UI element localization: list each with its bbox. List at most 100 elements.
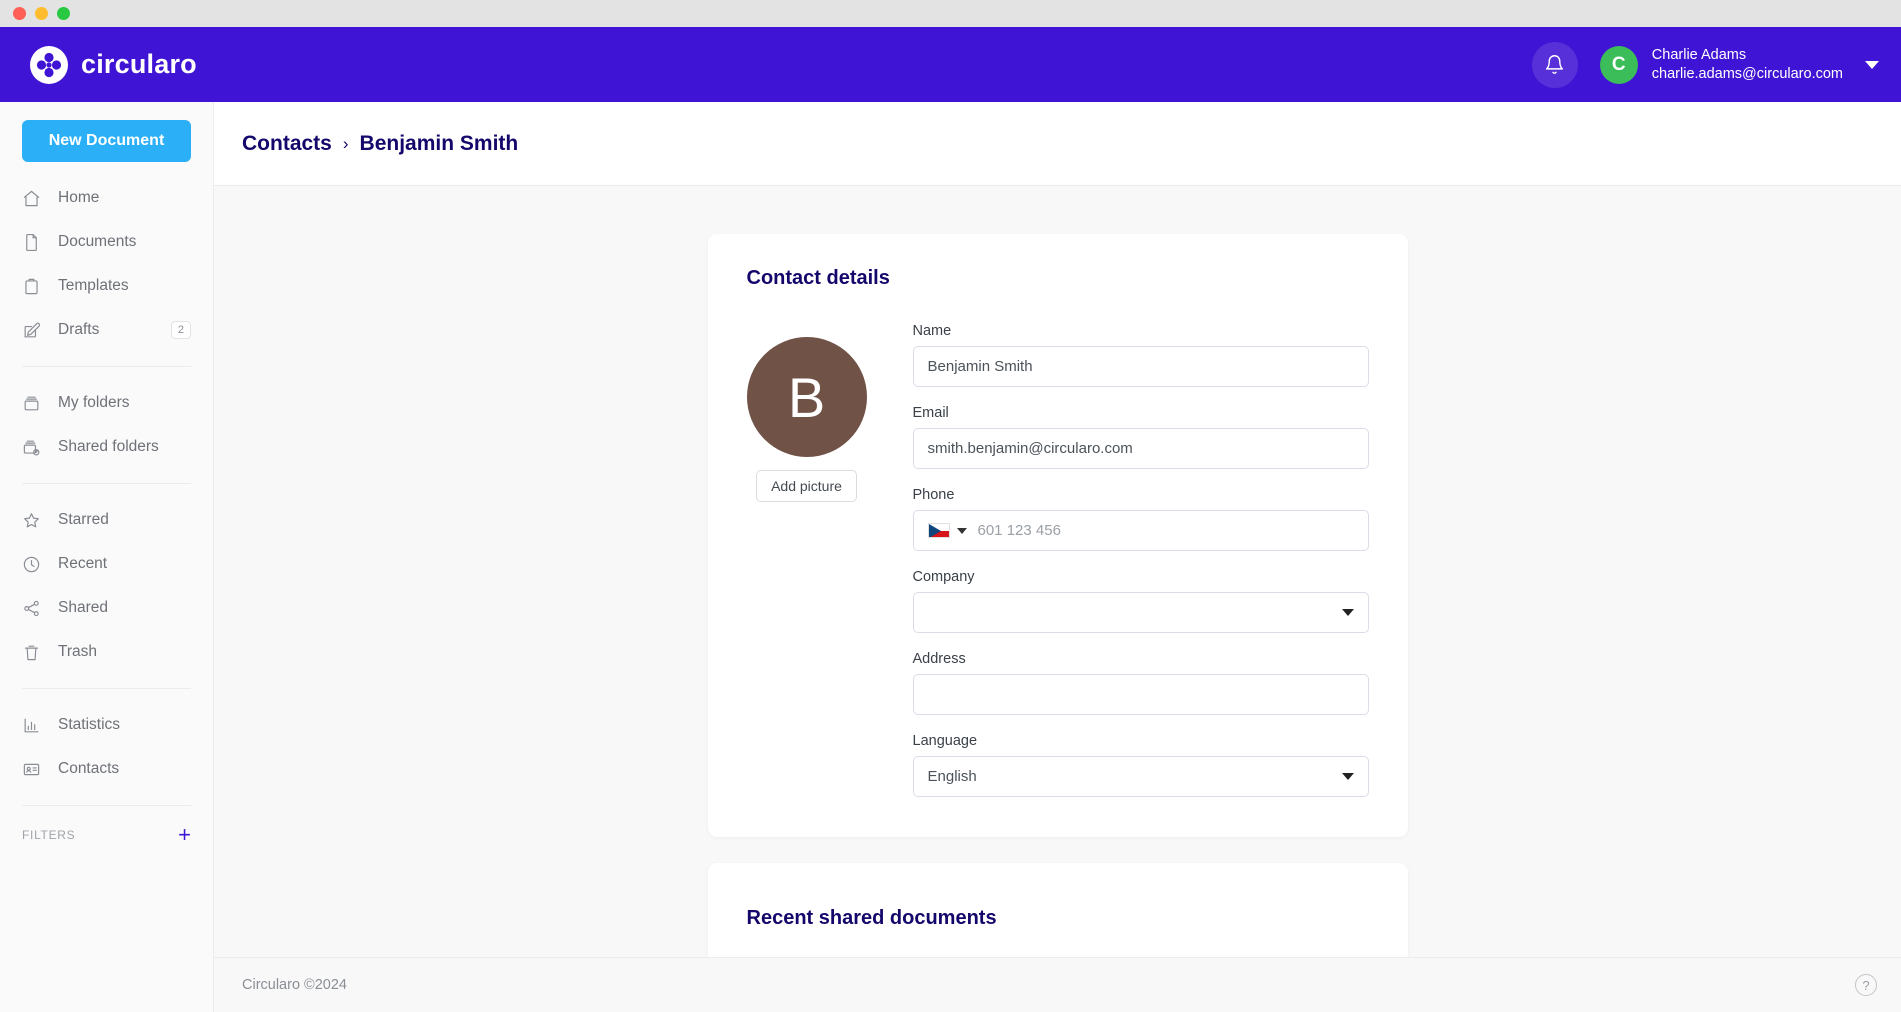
filters-section: FILTERS + [22, 805, 191, 846]
breadcrumb: Contacts › Benjamin Smith [242, 132, 518, 156]
sidebar-item-label: Documents [58, 233, 191, 251]
sidebar-item-label: Drafts [58, 321, 154, 339]
address-input[interactable] [913, 674, 1369, 715]
page-title: Benjamin Smith [360, 132, 519, 156]
edit-pencil-icon [22, 321, 41, 340]
user-menu[interactable]: C Charlie Adams charlie.adams@circularo.… [1600, 46, 1879, 84]
name-input[interactable]: Benjamin Smith [913, 346, 1369, 387]
contact-details-body: B Add picture Name Benjamin Smith Email … [708, 290, 1408, 837]
sidebar-item-documents[interactable]: Documents [22, 220, 191, 264]
sidebar-group-folders: My folders Shared folders [22, 366, 191, 483]
window-minimize-button[interactable] [35, 7, 48, 20]
plus-icon[interactable]: + [178, 824, 191, 846]
contact-avatar: B [747, 337, 867, 457]
avatar: C [1600, 46, 1638, 84]
folder-icon [22, 394, 41, 413]
chevron-right-icon: › [343, 134, 349, 154]
user-info: Charlie Adams charlie.adams@circularo.co… [1652, 46, 1843, 84]
sidebar-item-trash[interactable]: Trash [22, 630, 191, 674]
chevron-down-icon[interactable] [1865, 61, 1879, 69]
breadcrumb-bar: Contacts › Benjamin Smith [214, 102, 1901, 186]
field-name: Name Benjamin Smith [913, 323, 1369, 387]
circularo-clover-logo-icon [30, 46, 68, 84]
bell-icon [1544, 54, 1565, 75]
sidebar-item-label: Starred [58, 511, 191, 529]
contact-fields: Name Benjamin Smith Email smith.benjamin… [913, 323, 1369, 797]
home-icon [22, 189, 41, 208]
email-input[interactable]: smith.benjamin@circularo.com [913, 428, 1369, 469]
sidebar-group-tools: Statistics Contacts [22, 688, 191, 805]
sidebar-item-label: Statistics [58, 716, 191, 734]
field-language: Language English [913, 733, 1369, 797]
footer: Circularo ©2024 ? [214, 957, 1901, 1012]
sidebar-item-label: Contacts [58, 760, 191, 778]
breadcrumb-root[interactable]: Contacts [242, 132, 332, 156]
drafts-count-badge: 2 [171, 321, 191, 339]
sidebar-item-label: Recent [58, 555, 191, 573]
language-select[interactable]: English [913, 756, 1369, 797]
main-area: Contacts › Benjamin Smith Contact detail… [214, 102, 1901, 1012]
bar-chart-icon [22, 716, 41, 735]
filters-label: FILTERS [22, 828, 75, 842]
sidebar-item-recent[interactable]: Recent [22, 542, 191, 586]
chevron-down-icon[interactable] [1342, 773, 1354, 780]
trash-icon [22, 643, 41, 662]
sidebar-group-views: Starred Recent Shared [22, 483, 191, 688]
sidebar-item-home[interactable]: Home [22, 176, 191, 220]
field-phone: Phone 601 123 456 [913, 487, 1369, 551]
sidebar-item-statistics[interactable]: Statistics [22, 703, 191, 747]
sidebar-item-my-folders[interactable]: My folders [22, 381, 191, 425]
content-scroll-area: Contact details B Add picture Name Benja… [214, 186, 1901, 1012]
cz-flag-icon [928, 523, 950, 538]
chevron-down-icon[interactable] [1342, 609, 1354, 616]
user-email: charlie.adams@circularo.com [1652, 65, 1843, 84]
language-label: Language [913, 733, 1369, 749]
clock-icon [22, 555, 41, 574]
new-document-button[interactable]: New Document [22, 120, 191, 162]
sidebar: New Document Home Documents [0, 102, 214, 1012]
notifications-button[interactable] [1532, 42, 1578, 88]
sidebar-item-label: Home [58, 189, 191, 207]
sidebar-item-contacts[interactable]: Contacts [22, 747, 191, 791]
sidebar-item-label: Shared folders [58, 438, 191, 456]
sidebar-group-main: Home Documents Templates [22, 162, 191, 366]
chevron-down-icon[interactable] [957, 528, 967, 534]
user-name: Charlie Adams [1652, 46, 1843, 65]
window-maximize-button[interactable] [57, 7, 70, 20]
contact-details-card: Contact details B Add picture Name Benja… [708, 234, 1408, 837]
star-icon [22, 511, 41, 530]
brand-name: circularo [81, 49, 197, 80]
brand-logo[interactable]: circularo [30, 46, 197, 84]
sidebar-item-label: Templates [58, 277, 191, 295]
field-company: Company [913, 569, 1369, 633]
phone-label: Phone [913, 487, 1369, 503]
footer-copyright: Circularo ©2024 [242, 977, 347, 993]
sidebar-item-label: Shared [58, 599, 191, 617]
field-email: Email smith.benjamin@circularo.com [913, 405, 1369, 469]
shared-folder-icon [22, 438, 41, 457]
sidebar-item-shared[interactable]: Shared [22, 586, 191, 630]
contact-details-title: Contact details [708, 234, 1408, 290]
company-label: Company [913, 569, 1369, 585]
sidebar-item-drafts[interactable]: Drafts 2 [22, 308, 191, 352]
contact-card-icon [22, 760, 41, 779]
company-select[interactable] [913, 592, 1369, 633]
sidebar-item-templates[interactable]: Templates [22, 264, 191, 308]
header-actions: C Charlie Adams charlie.adams@circularo.… [1532, 42, 1879, 88]
window-title-bar [0, 0, 1901, 27]
sidebar-item-shared-folders[interactable]: Shared folders [22, 425, 191, 469]
sidebar-item-label: Trash [58, 643, 191, 661]
address-label: Address [913, 651, 1369, 667]
field-address: Address [913, 651, 1369, 715]
phone-input[interactable]: 601 123 456 [913, 510, 1369, 551]
language-value: English [928, 768, 977, 785]
document-icon [22, 233, 41, 252]
phone-placeholder: 601 123 456 [978, 522, 1061, 539]
sidebar-item-starred[interactable]: Starred [22, 498, 191, 542]
template-icon [22, 277, 41, 296]
window-close-button[interactable] [13, 7, 26, 20]
recent-shared-documents-title: Recent shared documents [708, 863, 1408, 930]
country-selector[interactable] [928, 523, 978, 538]
help-question-icon[interactable]: ? [1855, 974, 1877, 996]
add-picture-button[interactable]: Add picture [756, 470, 857, 502]
